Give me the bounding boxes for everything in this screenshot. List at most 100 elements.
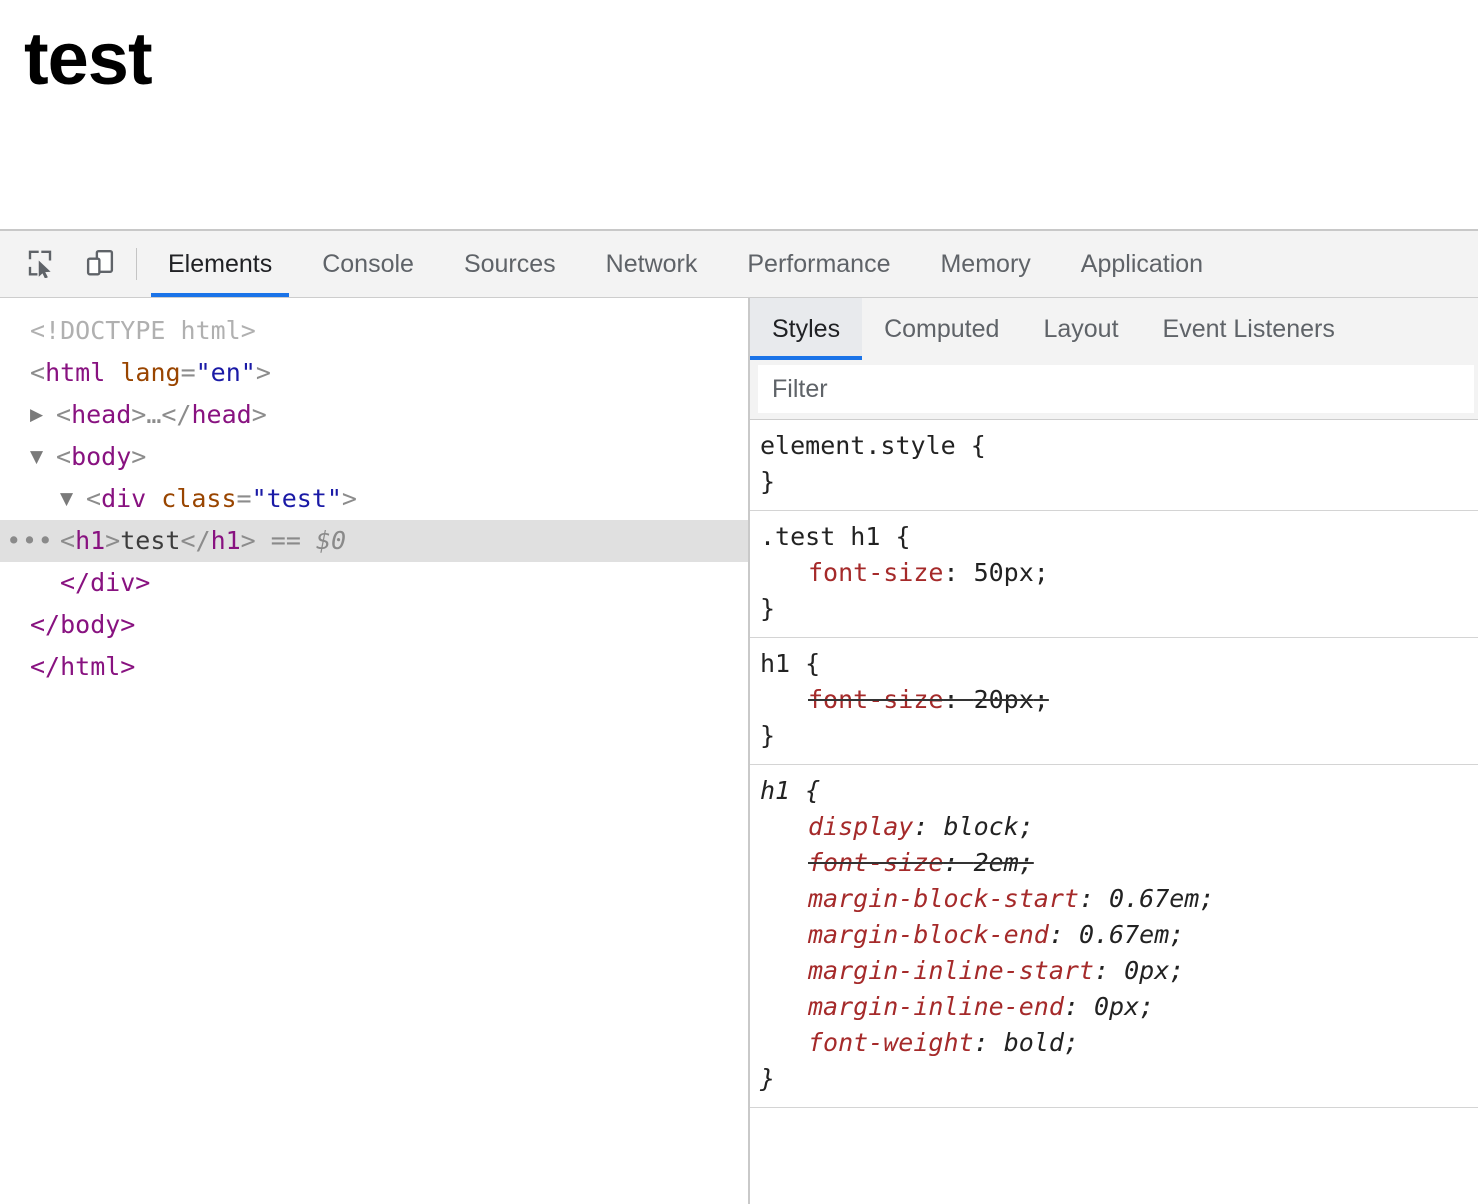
css-property-name[interactable]: margin-inline-start [808,956,1094,985]
console-ref-text: $0 [316,526,346,555]
css-declaration[interactable]: font-size: 50px; [760,555,1478,591]
devtools-tab-strip: Elements Console Sources Network Perform… [143,231,1478,297]
tab-console[interactable]: Console [297,231,439,297]
div-tag-name: div [101,478,146,520]
tab-event-listeners[interactable]: Event Listeners [1141,298,1357,360]
toolbar-icon-group [0,231,122,297]
css-property-name[interactable]: font-size [808,848,943,877]
div-attr-equals: = [237,478,252,520]
body-close-bracket: > [131,436,146,478]
dom-row-doctype[interactable]: <!DOCTYPE html> [0,310,748,352]
page-viewport: test [0,0,1478,229]
styles-filter-bar [750,360,1478,420]
tab-styles[interactable]: Styles [750,298,862,360]
div-close-bracket: > [342,478,357,520]
devtools-panel: Elements Console Sources Network Perform… [0,229,1478,1204]
space-1 [105,352,120,394]
css-property-name[interactable]: margin-inline-end [808,992,1064,1021]
css-selector: element.style { [760,428,1478,464]
styles-filter-input[interactable] [758,365,1474,413]
html-lang-attr-value: "en" [196,352,256,394]
css-property-value[interactable]: 0px [1094,992,1139,1021]
css-property-name[interactable]: font-weight [808,1028,974,1057]
css-rule-element-style[interactable]: element.style { } [750,420,1478,511]
tab-layout[interactable]: Layout [1021,298,1140,360]
styles-tab-strip: Styles Computed Layout Event Listeners [750,298,1478,360]
inspect-element-icon [25,248,55,281]
div-class-attr-value: "test" [252,478,342,520]
chevron-down-icon-div[interactable]: ▼ [60,478,86,520]
css-property-value[interactable]: block [943,812,1018,841]
css-rules-list: element.style { } .test h1 { font-size: … [750,420,1478,1204]
css-rules-empty-area [750,1108,1478,1204]
css-property-value[interactable]: 20px [974,685,1034,714]
tab-network[interactable]: Network [581,231,723,297]
css-property-name[interactable]: margin-block-end [808,920,1049,949]
devtools-body: <!DOCTYPE html> <html lang="en"> ▶<head>… [0,298,1478,1204]
css-property-name[interactable]: font-size [808,558,943,587]
css-declaration[interactable]: margin-inline-start: 0px; [760,953,1478,989]
devtools-toolbar: Elements Console Sources Network Perform… [0,231,1478,298]
device-toolbar-icon [85,248,115,281]
tab-application[interactable]: Application [1056,231,1228,297]
css-property-name[interactable]: margin-block-start [808,884,1079,913]
body-tag-name: body [71,436,131,478]
css-declaration[interactable]: font-weight: bold; [760,1025,1478,1061]
css-selector: h1 { [760,773,1478,809]
dom-row-body-close[interactable]: </body> [0,604,748,646]
dom-row-head[interactable]: ▶<head>…</head> [0,394,748,436]
head-tag-name: head [71,394,131,436]
css-declaration[interactable]: display: block; [760,809,1478,845]
dom-row-div[interactable]: ▼<div class="test"> [0,478,748,520]
div-class-attr-name: class [161,478,236,520]
css-declaration-overridden[interactable]: font-size: 2em; [760,845,1478,881]
chevron-down-icon[interactable]: ▼ [30,436,56,478]
body-open-bracket: < [56,436,71,478]
tab-computed[interactable]: Computed [862,298,1021,360]
css-rule-h1-author[interactable]: h1 { font-size: 20px; } [750,638,1478,765]
css-declaration-overridden[interactable]: font-size: 20px; [760,682,1478,718]
css-property-value[interactable]: 0.67em [1079,920,1169,949]
css-rule-h1-user-agent[interactable]: h1 { display: block; font-size: 2em; mar… [750,765,1478,1108]
h1-closetag-name: h1 [211,520,241,562]
html-close-bracket: > [256,352,271,394]
css-property-value[interactable]: 2em [974,848,1019,877]
css-close-brace: } [760,1061,1478,1097]
dom-row-h1-selected[interactable]: •••<h1>test</h1> == $0 [0,520,748,562]
h1-text-node: test [120,520,180,562]
tab-memory[interactable]: Memory [915,231,1055,297]
dom-row-div-close[interactable]: </div> [0,562,748,604]
css-declaration[interactable]: margin-block-end: 0.67em; [760,917,1478,953]
device-toolbar-button[interactable] [78,242,122,286]
dom-row-html-close[interactable]: </html> [0,646,748,688]
dom-row-body[interactable]: ▼<body> [0,436,748,478]
css-declaration[interactable]: margin-inline-end: 0px; [760,989,1478,1025]
css-property-value[interactable]: 0px [1124,956,1169,985]
h1-open-bracket-close: > [105,520,120,562]
html-attr-equals: = [181,352,196,394]
css-property-value[interactable]: 50px [974,558,1034,587]
css-property-name[interactable]: display [808,812,913,841]
div-close-text: </div> [60,562,150,604]
html-lang-attr-name: lang [120,352,180,394]
css-close-brace: } [760,464,1478,500]
h1-closetag-close: > [241,520,256,562]
css-rule-test-h1[interactable]: .test h1 { font-size: 50px; } [750,511,1478,638]
css-property-value[interactable]: bold [1004,1028,1064,1057]
html-close-text: </html> [30,646,135,688]
inspect-element-button[interactable] [18,242,62,286]
css-declaration[interactable]: margin-block-start: 0.67em; [760,881,1478,917]
tab-elements[interactable]: Elements [143,231,297,297]
h1-closetag-open: </ [180,520,210,562]
div-open-bracket: < [86,478,101,520]
space-3 [256,520,271,562]
chevron-right-icon[interactable]: ▶ [30,394,56,436]
css-property-name[interactable]: font-size [808,685,943,714]
css-property-value[interactable]: 0.67em [1109,884,1199,913]
page-heading: test [24,22,1478,96]
tab-sources[interactable]: Sources [439,231,581,297]
head-ellipsis: >…</ [131,394,191,436]
dom-row-html[interactable]: <html lang="en"> [0,352,748,394]
tab-performance[interactable]: Performance [722,231,915,297]
more-options-icon[interactable]: ••• [0,520,60,562]
